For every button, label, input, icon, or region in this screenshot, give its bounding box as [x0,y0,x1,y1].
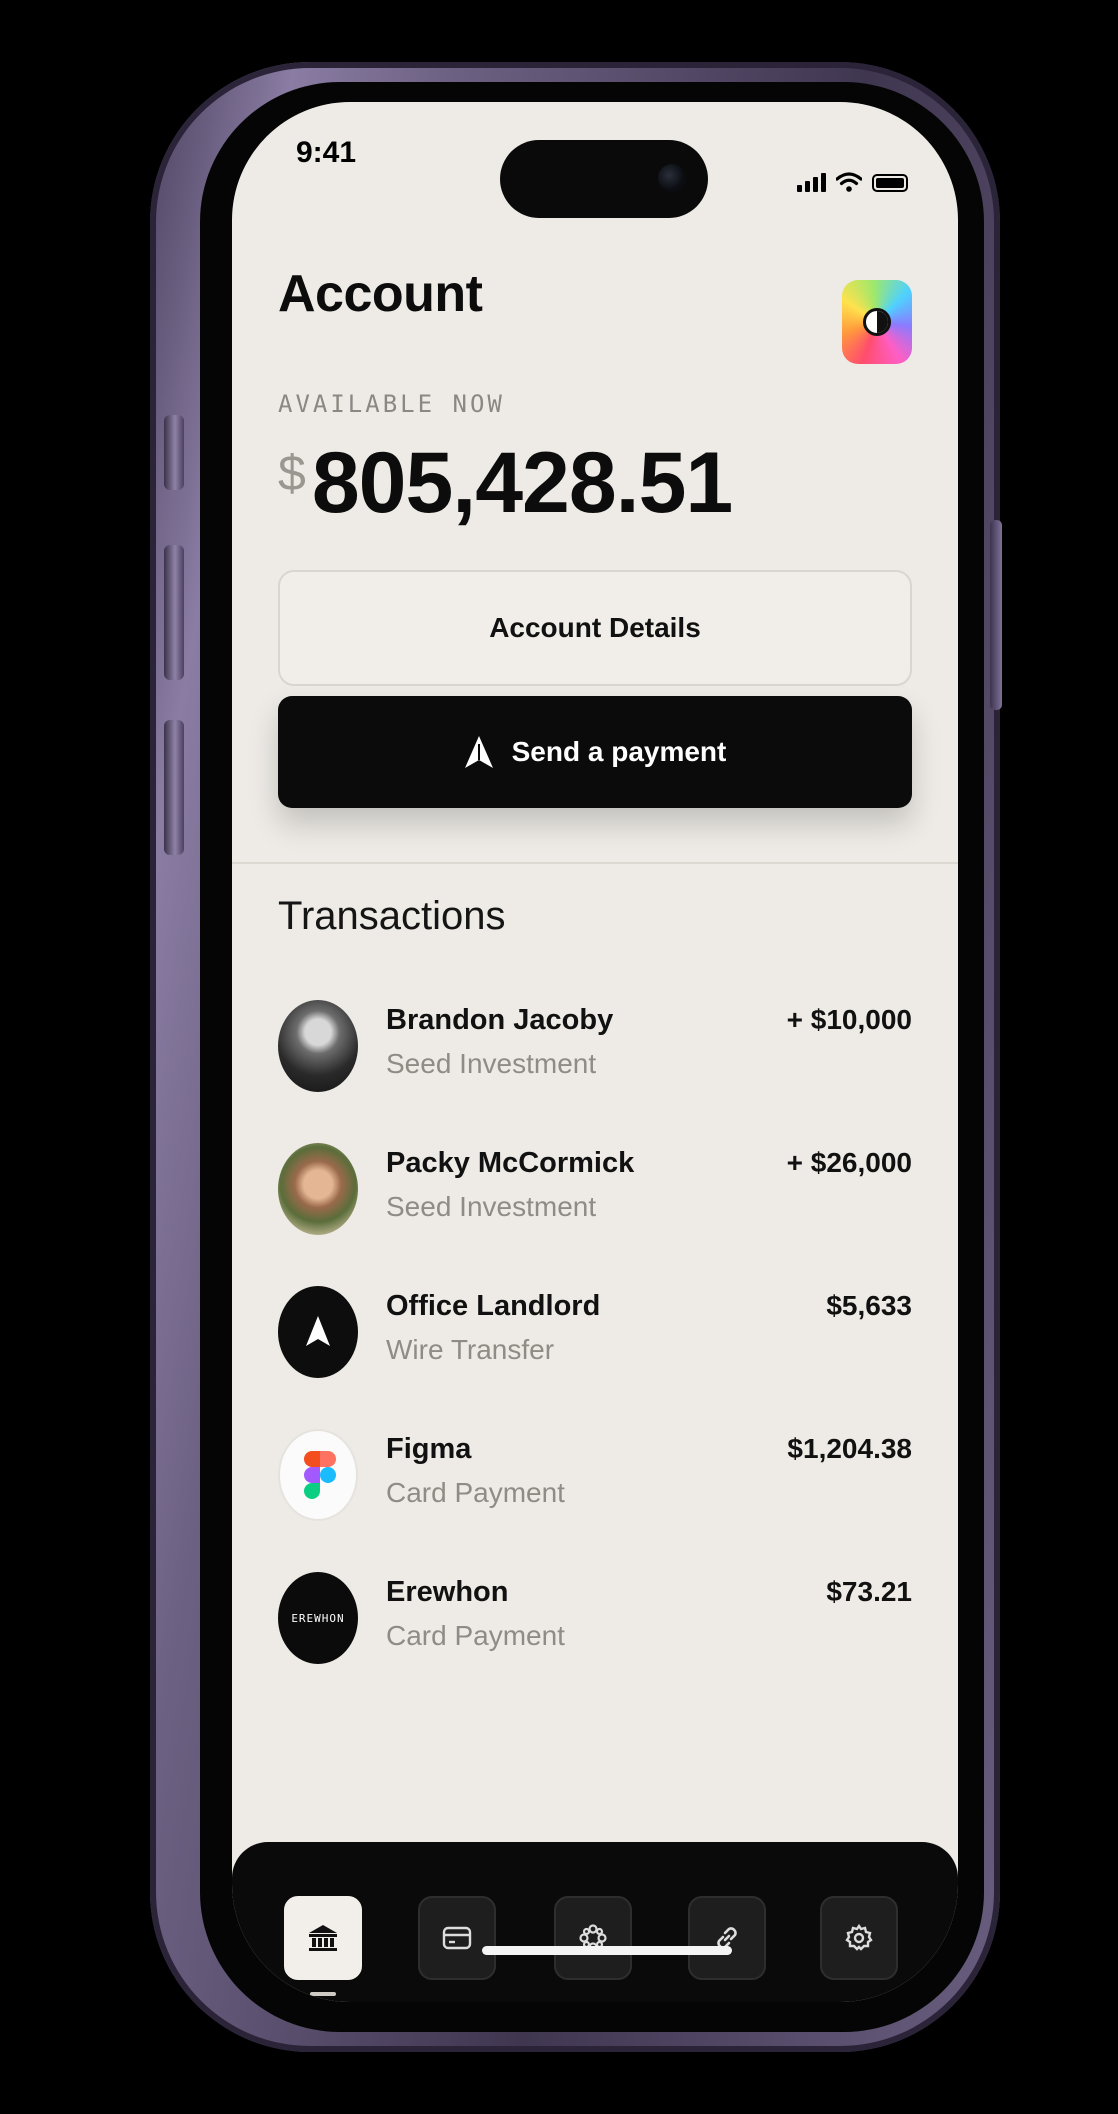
balance-label: AVAILABLE NOW [278,390,505,418]
transaction-amount: $73.21 [826,1576,912,1607]
nav-home[interactable] [284,1896,362,1980]
transaction-amount: + $10,000 [786,1004,912,1035]
transaction-list: Brandon Jacoby Seed Investment + $10,000… [278,1000,912,1715]
cellular-signal-icon [797,173,826,192]
nav-settings[interactable] [820,1896,898,1980]
account-details-button[interactable]: Account Details [278,570,912,686]
transaction-row[interactable]: Brandon Jacoby Seed Investment + $10,000 [278,1000,912,1143]
active-indicator [310,1992,336,1996]
bottom-nav [232,1842,958,2002]
nav-cards[interactable] [418,1896,496,1980]
status-icons [797,172,908,192]
screen: 9:41 Account AVAILABLE NOW $ 805,428.51 … [232,102,958,2002]
transaction-row[interactable]: Packy McCormick Seed Investment + $26,00… [278,1143,912,1286]
volume-down-button [164,720,184,855]
transaction-type: Card Payment [386,1477,565,1508]
dynamic-island [500,140,708,218]
power-button [990,520,1002,710]
transaction-amount: + $26,000 [786,1147,912,1178]
divider [232,862,958,864]
balance-amount: 805,428.51 [311,435,733,531]
avatar [278,1143,358,1235]
transactions-title: Transactions [278,894,506,938]
transaction-name: Office Landlord [386,1290,601,1322]
home-indicator[interactable] [482,1946,732,1955]
transaction-amount: $5,633 [826,1290,912,1321]
send-payment-button[interactable]: Send a payment [278,696,912,808]
battery-icon [872,174,908,192]
transaction-row[interactable]: Figma Card Payment $1,204.38 [278,1429,912,1572]
wifi-icon [836,172,862,192]
bank-icon [309,1925,337,1951]
camera-icon [658,164,686,192]
transaction-row[interactable]: EREWHON Erewhon Card Payment $73.21 [278,1572,912,1715]
account-details-label: Account Details [489,612,701,643]
transaction-amount: $1,204.38 [787,1433,912,1464]
volume-up-button [164,545,184,680]
transaction-type: Seed Investment [386,1191,597,1222]
avatar [278,1000,358,1092]
transaction-type: Card Payment [386,1620,565,1651]
silent-switch [164,415,184,490]
transaction-name: Figma [386,1433,472,1465]
transaction-row[interactable]: Office Landlord Wire Transfer $5,633 [278,1286,912,1429]
transaction-name: Erewhon [386,1576,509,1608]
currency-symbol: $ [278,445,306,501]
transaction-type: Wire Transfer [386,1334,555,1365]
transaction-type: Seed Investment [386,1048,597,1079]
send-arrow-icon [464,736,493,768]
status-time: 9:41 [296,136,357,169]
erewhon-logo: EREWHON [278,1572,358,1664]
send-payment-label: Send a payment [511,736,727,767]
nav-links[interactable] [688,1896,766,1980]
wire-transfer-icon [278,1286,358,1378]
figma-logo-icon [278,1429,358,1521]
transaction-name: Brandon Jacoby [386,1004,614,1036]
nav-apps[interactable] [554,1896,632,1980]
card-icon [442,1926,472,1950]
app-logo-icon[interactable] [842,280,912,364]
transaction-name: Packy McCormick [386,1147,635,1179]
page-title: Account [278,265,483,323]
balance: $ 805,428.51 [278,434,733,533]
gear-icon [845,1923,873,1951]
